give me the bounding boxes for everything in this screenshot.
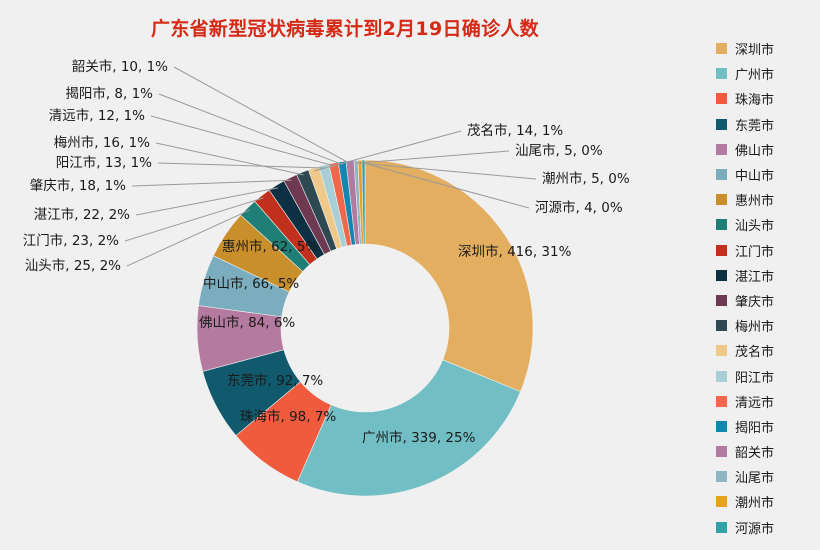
legend-item[interactable]: 江门市 (700, 238, 820, 263)
donut-slice[interactable] (296, 359, 521, 497)
slice-inner-label: 中山市, 66, 5% (203, 275, 299, 292)
legend-color-swatch (716, 496, 727, 508)
slice-inner-label: 深圳市, 416, 31% (458, 243, 572, 260)
slice-inner-label: 东莞市, 92, 7% (227, 372, 323, 389)
slice-outer-label: 汕头市, 25, 2% (25, 257, 121, 274)
legend-color-swatch (716, 269, 727, 281)
label-leader-line (173, 66, 351, 165)
legend-item[interactable]: 汕尾市 (700, 464, 820, 489)
donut-plot-area: 韶关市, 10, 1% 揭阳市, 8, 1% 清远市, 12, 1% 梅州市, 16,… (23, 58, 630, 497)
legend-item[interactable]: 佛山市 (700, 137, 820, 162)
outer-labels-right: 茂名市, 14, 1% 汕尾市, 5, 0% 潮州市, 5, 0% 河源市, 4, 0… (467, 122, 630, 216)
slice-outer-label: 肇庆市, 18, 1% (30, 177, 126, 194)
label-leader-line (131, 179, 292, 187)
slice-outer-label: 清远市, 12, 1% (49, 107, 145, 124)
label-leader-line (155, 142, 304, 176)
legend-color-swatch (716, 68, 727, 80)
donut-chart-figure: 广东省新型冠状病毒累计到2月19日确诊人数 韶关市, 10, 1% 揭阳市, 8,… (0, 0, 820, 550)
label-leader-line (158, 93, 343, 166)
slice-outer-label: 茂名市, 14, 1% (467, 122, 563, 139)
legend-item-label: 惠州市 (735, 194, 775, 210)
legend-color-swatch (716, 219, 727, 231)
slice-outer-label: 汕尾市, 5, 0% (515, 142, 603, 159)
slice-inner-label: 珠海市, 98, 7% (240, 408, 336, 425)
legend-color-swatch (716, 294, 727, 306)
legend-item-label: 河源市 (735, 521, 775, 537)
legend-color-swatch (716, 169, 727, 181)
legend-item-label: 江门市 (735, 244, 775, 260)
legend-item[interactable]: 清远市 (700, 389, 820, 414)
slice-outer-label: 湛江市, 22, 2% (34, 206, 130, 223)
slice-inner-label: 广州市, 339, 25% (362, 429, 476, 446)
legend-item[interactable]: 惠州市 (700, 187, 820, 212)
legend-item-label: 湛江市 (735, 269, 775, 285)
donut-slice[interactable] (364, 159, 534, 393)
legend-item-label: 肇庆市 (735, 294, 775, 310)
outer-labels-left: 韶关市, 10, 1% 揭阳市, 8, 1% 清远市, 12, 1% 梅州市, 16,… (23, 58, 168, 274)
legend-item-label: 韶关市 (735, 446, 775, 462)
legend-item[interactable]: 中山市 (700, 162, 820, 187)
legend-item-label: 广州市 (735, 68, 775, 84)
slice-outer-label: 潮州市, 5, 0% (542, 170, 630, 187)
legend-item-label: 汕尾市 (735, 471, 775, 487)
legend-item-label: 汕头市 (735, 219, 775, 235)
legend-item[interactable]: 梅州市 (700, 313, 820, 338)
legend-item-label: 清远市 (735, 395, 775, 411)
legend-color-swatch (716, 370, 727, 382)
legend-item-label: 深圳市 (735, 43, 775, 59)
legend-color-swatch (716, 244, 727, 256)
legend-item[interactable]: 韶关市 (700, 439, 820, 464)
legend-color-swatch (716, 471, 727, 483)
legend-color-swatch (716, 345, 727, 357)
legend-item[interactable]: 珠海市 (700, 86, 820, 111)
legend-item-label: 中山市 (735, 169, 775, 185)
slice-inner-label: 惠州市, 62, 5% (222, 238, 318, 255)
legend-item[interactable]: 阳江市 (700, 363, 820, 388)
legend-color-swatch (716, 93, 727, 105)
slice-outer-label: 阳江市, 13, 1% (56, 154, 152, 171)
legend-color-swatch (716, 118, 727, 130)
slice-outer-label: 河源市, 4, 0% (535, 199, 623, 216)
legend-item[interactable]: 揭阳市 (700, 414, 820, 439)
legend-item[interactable]: 湛江市 (700, 263, 820, 288)
legend-item-label: 茂名市 (735, 345, 775, 361)
legend-color-swatch (716, 143, 727, 155)
chart-legend: 深圳市广州市珠海市东莞市佛山市中山市惠州市汕头市江门市湛江市肇庆市梅州市茂名市阳… (700, 36, 820, 540)
legend-item-label: 阳江市 (735, 370, 775, 386)
legend-item[interactable]: 潮州市 (700, 489, 820, 514)
legend-color-swatch (716, 194, 727, 206)
legend-item[interactable]: 汕头市 (700, 212, 820, 237)
legend-color-swatch (716, 521, 727, 533)
legend-color-swatch (716, 395, 727, 407)
legend-item[interactable]: 深圳市 (700, 36, 820, 61)
legend-color-swatch (716, 43, 727, 55)
slice-inner-label: 佛山市, 84, 6% (199, 314, 295, 331)
label-leader-line (157, 162, 325, 169)
legend-color-swatch (716, 320, 727, 332)
label-leader-line (150, 115, 335, 167)
legend-item-label: 揭阳市 (735, 420, 775, 436)
legend-item[interactable]: 广州市 (700, 61, 820, 86)
legend-item[interactable]: 河源市 (700, 515, 820, 540)
legend-item-label: 佛山市 (735, 143, 775, 159)
legend-color-swatch (716, 446, 727, 458)
legend-item-label: 梅州市 (735, 320, 775, 336)
legend-item-label: 东莞市 (735, 118, 775, 134)
slice-outer-label: 江门市, 23, 2% (23, 232, 119, 249)
legend-item[interactable]: 东莞市 (700, 112, 820, 137)
slice-outer-label: 梅州市, 16, 1% (54, 134, 150, 151)
slice-outer-label: 揭阳市, 8, 1% (65, 85, 153, 102)
slice-outer-label: 韶关市, 10, 1% (72, 58, 168, 75)
legend-item[interactable]: 茂名市 (700, 338, 820, 363)
legend-item-label: 珠海市 (735, 93, 775, 109)
legend-item[interactable]: 肇庆市 (700, 288, 820, 313)
legend-item-label: 潮州市 (735, 496, 775, 512)
legend-color-swatch (716, 420, 727, 432)
